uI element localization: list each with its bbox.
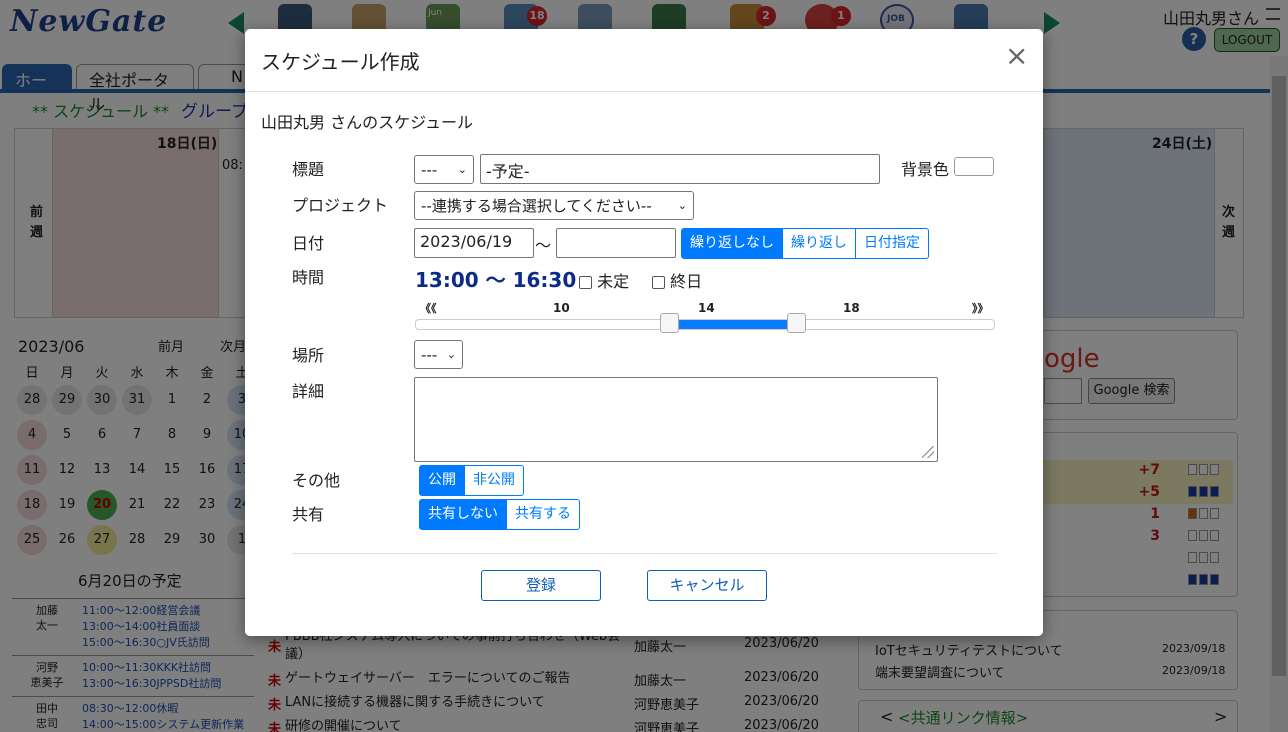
slider-next-arrow[interactable]: 》》 [972, 300, 989, 316]
resize-grip-icon[interactable] [922, 446, 934, 458]
slider-tick-18: 18 [843, 301, 860, 315]
submit-button[interactable]: 登録 [481, 570, 601, 601]
repeat-button-group: 繰り返しなし 繰り返し 日付指定 [681, 228, 929, 259]
place-label: 場所 [292, 346, 325, 365]
footer-divider [292, 553, 997, 554]
repeat-option-0[interactable]: 繰り返しなし [681, 228, 783, 259]
time-slider-start-handle[interactable] [659, 313, 679, 333]
date-separator: ～ [535, 236, 552, 255]
undecided-checkbox-wrap[interactable]: 未定 [579, 268, 629, 292]
slider-tick-10: 10 [553, 301, 570, 315]
chevron-down-icon: ⌄ [457, 163, 467, 176]
date-label: 日付 [292, 234, 325, 253]
time-label: 時間 [292, 268, 325, 287]
repeat-option-2[interactable]: 日付指定 [856, 228, 929, 259]
time-range-display: 13:00 ～ 16:30 [415, 268, 577, 292]
detail-textarea[interactable] [414, 377, 938, 462]
project-select-value: --連携する場合選択してください-- [421, 197, 652, 215]
modal-title: スケジュール作成 [261, 50, 420, 74]
share-label: 共有 [292, 505, 325, 524]
time-slider-end-handle[interactable] [786, 313, 806, 333]
bgcolor-label: 背景色 [901, 160, 950, 179]
share-option-1[interactable]: 共有する [507, 499, 580, 530]
chevron-down-icon: ⌄ [446, 348, 456, 361]
undecided-label: 未定 [597, 272, 630, 291]
project-select[interactable]: --連携する場合選択してください-- ⌄ [414, 191, 694, 220]
place-select[interactable]: --- ⌄ [414, 340, 463, 369]
slider-tick-14: 14 [698, 301, 715, 315]
time-slider-range [669, 320, 797, 329]
share-button-group: 共有しない 共有する [419, 499, 580, 530]
allday-label: 終日 [670, 272, 703, 291]
visibility-button-group: 公開 非公開 [419, 465, 524, 496]
date-from-input[interactable]: 2023/06/19 [414, 228, 534, 258]
modal-header-divider [245, 91, 1043, 92]
subject-select-value: --- [421, 160, 438, 179]
chevron-down-icon: ⌄ [677, 199, 687, 212]
place-select-value: --- [421, 345, 438, 364]
time-slider-track[interactable] [415, 319, 995, 330]
close-icon[interactable]: × [1005, 41, 1028, 71]
visibility-option-1[interactable]: 非公開 [465, 465, 524, 496]
detail-label: 詳細 [292, 382, 325, 401]
share-option-0[interactable]: 共有しない [419, 499, 507, 530]
visibility-option-0[interactable]: 公開 [419, 465, 465, 496]
slider-prev-arrow[interactable]: 《《 [420, 300, 437, 316]
date-to-input[interactable] [556, 228, 676, 258]
subject-input[interactable]: -予定- [480, 154, 880, 184]
other-label: その他 [292, 471, 341, 490]
project-label: プロジェクト [292, 196, 389, 215]
repeat-option-1[interactable]: 繰り返し [783, 228, 856, 259]
subject-label: 標題 [292, 160, 325, 179]
schedule-create-modal: スケジュール作成 × 山田丸男 さんのスケジュール 標題 --- ⌄ -予定- 背… [245, 29, 1043, 636]
subject-select[interactable]: --- ⌄ [414, 155, 474, 184]
cancel-button[interactable]: キャンセル [647, 570, 767, 601]
undecided-checkbox[interactable] [579, 276, 592, 289]
allday-checkbox[interactable] [652, 276, 665, 289]
schedule-owner: 山田丸男 さんのスケジュール [261, 113, 473, 132]
bgcolor-picker[interactable] [954, 157, 994, 176]
allday-checkbox-wrap[interactable]: 終日 [652, 268, 702, 292]
